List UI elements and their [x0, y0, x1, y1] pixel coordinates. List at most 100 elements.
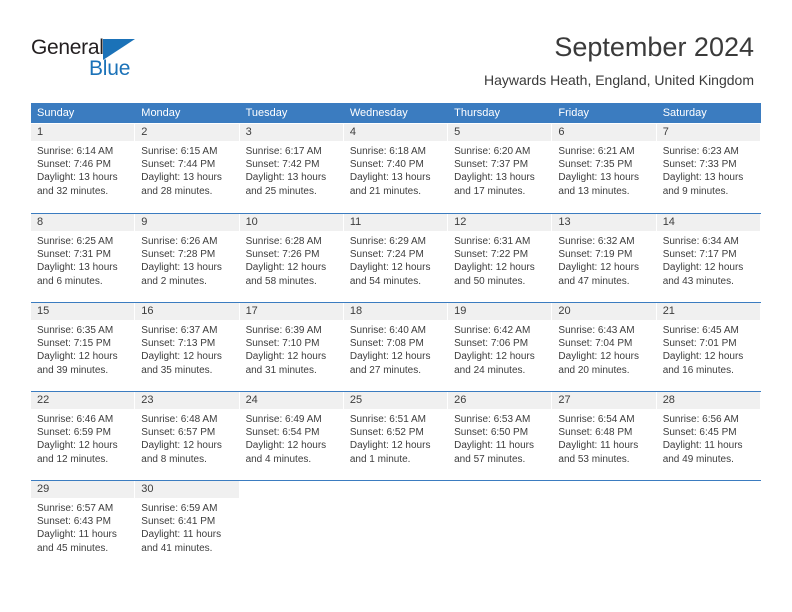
day-cell-empty: [656, 481, 761, 569]
daylight-text-line2: and 39 minutes.: [37, 364, 109, 376]
day-number: 3: [239, 124, 343, 141]
sunset-text: Sunset: 6:54 PM: [245, 427, 320, 439]
day-cell[interactable]: 27 Sunrise: 6:54 AM Sunset: 6:48 PM Dayligh…: [552, 392, 657, 480]
day-cell-details: Sunrise: 6:23 AM Sunset: 7:33 PM Daylight:…: [657, 141, 760, 198]
day-header-wednesday: Wednesday: [349, 107, 408, 119]
sunset-text: Sunset: 6:48 PM: [558, 427, 633, 439]
day-cell-details: Sunrise: 6:17 AM Sunset: 7:42 PM Daylight:…: [240, 141, 343, 198]
day-cell[interactable]: 12 Sunrise: 6:31 AM Sunset: 7:22 PM Dayligh…: [448, 214, 553, 302]
daylight-text-line2: and 50 minutes.: [454, 275, 526, 287]
daylight-text-line1: Daylight: 12 hours: [558, 262, 640, 274]
day-cell-details: Sunrise: 6:20 AM Sunset: 7:37 PM Daylight:…: [448, 141, 551, 198]
day-number: 26: [448, 392, 552, 409]
daylight-text-line2: and 4 minutes.: [245, 453, 312, 465]
daylight-text-line2: and 54 minutes.: [349, 275, 422, 287]
sunrise-text: Sunrise: 6:18 AM: [349, 146, 426, 157]
week-row: 1 Sunrise: 6:14 AM Sunset: 7:46 PM Daylight…: [31, 124, 761, 213]
daylight-text-line2: and 35 minutes.: [141, 364, 213, 376]
sunrise-text: Sunrise: 6:48 AM: [141, 414, 218, 425]
day-cell-empty: [343, 481, 449, 569]
day-cell[interactable]: 21 Sunrise: 6:45 AM Sunset: 7:01 PM Dayligh…: [656, 303, 761, 391]
day-cell[interactable]: 9 Sunrise: 6:26 AM Sunset: 7:28 PM Daylight…: [135, 214, 240, 302]
daylight-text-line1: Daylight: 12 hours: [454, 262, 535, 274]
day-cell[interactable]: 17 Sunrise: 6:39 AM Sunset: 7:10 PM Dayligh…: [239, 303, 344, 391]
daylight-text-line2: and 57 minutes.: [454, 453, 526, 465]
day-cell[interactable]: 5 Sunrise: 6:20 AM Sunset: 7:37 PM Daylight…: [448, 124, 553, 213]
day-cell[interactable]: 16 Sunrise: 6:37 AM Sunset: 7:13 PM Dayligh…: [135, 303, 240, 391]
day-cell[interactable]: 29 Sunrise: 6:57 AM Sunset: 6:43 PM Dayligh…: [31, 481, 136, 569]
sunset-text: Sunset: 7:28 PM: [141, 249, 216, 261]
sunset-text: Sunset: 7:37 PM: [454, 159, 529, 171]
day-cell[interactable]: 15 Sunrise: 6:35 AM Sunset: 7:15 PM Dayligh…: [31, 303, 136, 391]
daylight-text-line2: and 6 minutes.: [37, 275, 103, 287]
day-cell-details: Sunrise: 6:49 AM Sunset: 6:54 PM Daylight:…: [240, 409, 343, 466]
day-number: 15: [31, 303, 135, 320]
day-number: 29: [31, 481, 135, 498]
daylight-text-line1: Daylight: 12 hours: [662, 262, 744, 274]
daylight-text-line1: Daylight: 13 hours: [558, 172, 640, 184]
daylight-text-line2: and 8 minutes.: [141, 453, 207, 465]
general-blue-logo[interactable]: General Blue: [31, 36, 161, 82]
sunset-text: Sunset: 7:31 PM: [37, 249, 111, 261]
daylight-text-line1: Daylight: 12 hours: [454, 351, 535, 363]
day-cell[interactable]: 26 Sunrise: 6:53 AM Sunset: 6:50 PM Dayligh…: [448, 392, 553, 480]
daylight-text-line1: Daylight: 12 hours: [349, 440, 431, 452]
daylight-text-line1: Daylight: 12 hours: [662, 351, 744, 363]
daylight-text-line1: Daylight: 11 hours: [558, 440, 639, 452]
day-cell[interactable]: 2 Sunrise: 6:15 AM Sunset: 7:44 PM Daylight…: [135, 124, 240, 213]
sunset-text: Sunset: 7:40 PM: [349, 159, 424, 171]
daylight-text-line1: Daylight: 12 hours: [141, 351, 222, 363]
daylight-text-line2: and 21 minutes.: [349, 185, 422, 197]
sunrise-text: Sunrise: 6:57 AM: [37, 503, 114, 514]
sunrise-text: Sunrise: 6:15 AM: [141, 146, 218, 157]
day-cell-empty: [239, 481, 344, 569]
sunset-text: Sunset: 7:08 PM: [349, 338, 424, 350]
day-cell[interactable]: 19 Sunrise: 6:42 AM Sunset: 7:06 PM Dayligh…: [448, 303, 553, 391]
sunrise-text: Sunrise: 6:46 AM: [37, 414, 114, 425]
calendar-grid: Sunday Monday Tuesday Wednesday Thursday…: [31, 103, 761, 569]
day-cell-details: Sunrise: 6:25 AM Sunset: 7:31 PM Daylight:…: [31, 231, 134, 288]
day-cell[interactable]: 20 Sunrise: 6:43 AM Sunset: 7:04 PM Dayligh…: [552, 303, 657, 391]
day-cell[interactable]: 18 Sunrise: 6:40 AM Sunset: 7:08 PM Dayligh…: [343, 303, 449, 391]
sunrise-text: Sunrise: 6:56 AM: [662, 414, 739, 425]
day-cell[interactable]: 24 Sunrise: 6:49 AM Sunset: 6:54 PM Dayligh…: [239, 392, 344, 480]
day-cell[interactable]: 25 Sunrise: 6:51 AM Sunset: 6:52 PM Dayligh…: [343, 392, 449, 480]
sunset-text: Sunset: 7:17 PM: [662, 249, 737, 261]
daylight-text-line2: and 32 minutes.: [37, 185, 109, 197]
sunset-text: Sunset: 6:45 PM: [662, 427, 737, 439]
day-cell[interactable]: 3 Sunrise: 6:17 AM Sunset: 7:42 PM Daylight…: [239, 124, 344, 213]
day-cell-empty: [552, 481, 657, 569]
day-number: 9: [135, 214, 239, 231]
day-cell[interactable]: 8 Sunrise: 6:25 AM Sunset: 7:31 PM Daylight…: [31, 214, 136, 302]
day-cell[interactable]: 14 Sunrise: 6:34 AM Sunset: 7:17 PM Dayligh…: [656, 214, 761, 302]
daylight-text-line2: and 49 minutes.: [662, 453, 734, 465]
day-cell[interactable]: 4 Sunrise: 6:18 AM Sunset: 7:40 PM Daylight…: [343, 124, 449, 213]
day-number: 10: [239, 214, 343, 231]
daylight-text-line2: and 43 minutes.: [662, 275, 734, 287]
day-cell[interactable]: 11 Sunrise: 6:29 AM Sunset: 7:24 PM Dayligh…: [343, 214, 449, 302]
day-cell-details: Sunrise: 6:37 AM Sunset: 7:13 PM Daylight:…: [135, 320, 238, 377]
day-cell[interactable]: 13 Sunrise: 6:32 AM Sunset: 7:19 PM Dayligh…: [552, 214, 657, 302]
day-cell[interactable]: 28 Sunrise: 6:56 AM Sunset: 6:45 PM Dayligh…: [656, 392, 761, 480]
day-number: 1: [31, 124, 135, 141]
day-number: 27: [552, 392, 656, 409]
day-number: [343, 481, 448, 498]
day-header-thursday: Thursday: [454, 107, 500, 119]
day-header-sunday: Sunday: [37, 107, 75, 119]
day-cell[interactable]: 1 Sunrise: 6:14 AM Sunset: 7:46 PM Daylight…: [31, 124, 136, 213]
daylight-text-line2: and 45 minutes.: [37, 542, 109, 554]
day-cell-details: Sunrise: 6:57 AM Sunset: 6:43 PM Daylight:…: [31, 498, 134, 555]
day-cell[interactable]: 22 Sunrise: 6:46 AM Sunset: 6:59 PM Dayligh…: [31, 392, 136, 480]
daylight-text-line1: Daylight: 13 hours: [454, 172, 535, 184]
day-number: 14: [656, 214, 760, 231]
page-title: September 2024: [554, 32, 754, 62]
day-cell[interactable]: 10 Sunrise: 6:28 AM Sunset: 7:26 PM Dayligh…: [239, 214, 344, 302]
sunrise-text: Sunrise: 6:14 AM: [37, 146, 114, 157]
sunset-text: Sunset: 6:43 PM: [37, 516, 111, 528]
day-header-tuesday: Tuesday: [245, 107, 288, 119]
day-cell[interactable]: 6 Sunrise: 6:21 AM Sunset: 7:35 PM Daylight…: [552, 124, 657, 213]
day-cell[interactable]: 23 Sunrise: 6:48 AM Sunset: 6:57 PM Dayligh…: [135, 392, 240, 480]
day-cell[interactable]: 7 Sunrise: 6:23 AM Sunset: 7:33 PM Daylight…: [656, 124, 761, 213]
day-number: 20: [552, 303, 656, 320]
day-cell[interactable]: 30 Sunrise: 6:59 AM Sunset: 6:41 PM Dayligh…: [135, 481, 240, 569]
